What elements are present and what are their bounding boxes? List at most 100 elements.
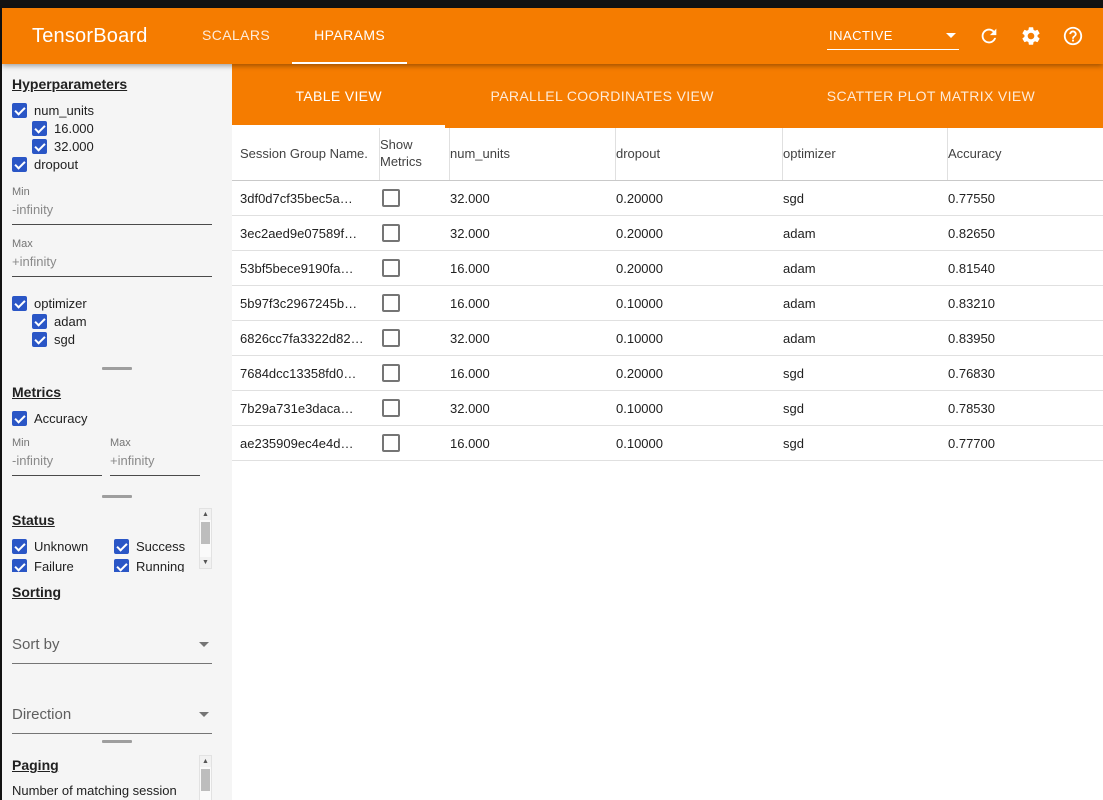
col-dropout[interactable]: dropout <box>616 128 783 180</box>
sort-by-value: Sort by <box>12 636 60 653</box>
status-unknown[interactable]: Unknown <box>12 537 98 555</box>
show-metrics-checkbox[interactable] <box>382 224 400 242</box>
section-resize-handle[interactable] <box>2 737 232 745</box>
cell-dropout: 0.20000 <box>616 261 783 276</box>
cell-optimizer: sgd <box>783 401 948 416</box>
cell-session-name: 53bf5bece9190fa… <box>240 261 380 276</box>
hyperparameters-heading: Hyperparameters <box>12 76 222 92</box>
tab-scalars[interactable]: SCALARS <box>180 8 292 64</box>
optimizer-checkbox[interactable] <box>12 296 27 311</box>
sort-by-select[interactable]: Sort by <box>12 630 212 664</box>
section-status: Status Unknown Success Failure <box>2 500 232 572</box>
value-16-checkbox[interactable] <box>32 121 47 136</box>
main-nav-tabs: SCALARS HPARAMS <box>180 8 407 64</box>
paging-scrollbar[interactable]: ▲ <box>199 755 212 800</box>
accuracy-checkbox[interactable] <box>12 411 27 426</box>
show-metrics-checkbox[interactable] <box>382 294 400 312</box>
cell-accuracy: 0.83210 <box>948 296 1103 311</box>
failure-checkbox[interactable] <box>12 559 27 573</box>
status-success[interactable]: Success <box>114 537 185 555</box>
cell-show-metrics <box>380 397 450 420</box>
session-groups-table: Session Group Name. Show Metrics num_uni… <box>232 128 1103 800</box>
scroll-track[interactable] <box>200 767 211 800</box>
accuracy-max-input[interactable] <box>110 450 200 476</box>
paging-heading: Paging <box>12 757 222 773</box>
tab-parallel-coordinates-view[interactable]: PARALLEL COORDINATES VIEW <box>445 64 759 128</box>
tab-scatter-plot-matrix-view[interactable]: SCATTER PLOT MATRIX VIEW <box>759 64 1103 128</box>
unknown-checkbox[interactable] <box>12 539 27 554</box>
tab-hparams[interactable]: HPARAMS <box>292 8 407 64</box>
hparam-num-units[interactable]: num_units <box>12 101 222 119</box>
help-icon[interactable] <box>1061 24 1085 48</box>
scroll-thumb[interactable] <box>201 769 210 791</box>
metric-accuracy[interactable]: Accuracy <box>12 409 222 427</box>
show-metrics-checkbox[interactable] <box>382 329 400 347</box>
hparam-optimizer[interactable]: optimizer <box>12 294 222 312</box>
col-session-group-name[interactable]: Session Group Name. <box>240 128 380 180</box>
app-title: TensorBoard <box>2 8 180 64</box>
cell-session-name: ae235909ec4e4d… <box>240 436 380 451</box>
cell-dropout: 0.10000 <box>616 436 783 451</box>
cell-dropout: 0.20000 <box>616 366 783 381</box>
show-metrics-checkbox[interactable] <box>382 259 400 277</box>
adam-checkbox[interactable] <box>32 314 47 329</box>
cell-optimizer: adam <box>783 261 948 276</box>
col-show-metrics[interactable]: Show Metrics <box>380 128 450 180</box>
section-sorting: Sorting Sort by Direction <box>2 572 232 737</box>
cell-show-metrics <box>380 327 450 350</box>
status-running[interactable]: Running <box>114 557 184 572</box>
tab-table-view[interactable]: TABLE VIEW <box>232 64 445 128</box>
scroll-thumb[interactable] <box>201 522 210 544</box>
direction-value: Direction <box>12 706 71 723</box>
direction-select[interactable]: Direction <box>12 700 212 734</box>
optimizer-value-adam[interactable]: adam <box>32 312 222 330</box>
content-area: Hyperparameters num_units 16.000 32.000 … <box>2 64 1103 800</box>
hparam-dropout[interactable]: dropout <box>12 155 222 173</box>
sgd-checkbox[interactable] <box>32 332 47 347</box>
dropout-checkbox[interactable] <box>12 157 27 172</box>
metrics-heading: Metrics <box>12 384 222 400</box>
success-checkbox[interactable] <box>114 539 129 554</box>
section-metrics: Metrics Accuracy Min Max <box>2 372 232 492</box>
cell-accuracy: 0.81540 <box>948 261 1103 276</box>
col-num-units[interactable]: num_units <box>450 128 616 180</box>
table-row: 7684dcc13358fd0… 16.000 0.20000 sgd 0.76… <box>232 356 1103 391</box>
value-32-checkbox[interactable] <box>32 139 47 154</box>
accuracy-max-label: Max <box>110 437 200 449</box>
dropout-min-input[interactable] <box>12 199 212 225</box>
cell-optimizer: sgd <box>783 436 948 451</box>
view-tabs: TABLE VIEW PARALLEL COORDINATES VIEW SCA… <box>232 64 1103 128</box>
refresh-icon[interactable] <box>977 24 1001 48</box>
col-optimizer[interactable]: optimizer <box>783 128 948 180</box>
table-row: 5b97f3c2967245b… 16.000 0.10000 adam 0.8… <box>232 286 1103 321</box>
scroll-down-arrow[interactable]: ▼ <box>200 557 211 568</box>
scroll-track[interactable] <box>200 520 211 557</box>
scroll-up-arrow[interactable]: ▲ <box>200 509 211 520</box>
scroll-up-arrow[interactable]: ▲ <box>200 756 211 767</box>
status-failure[interactable]: Failure <box>12 557 98 572</box>
cell-dropout: 0.20000 <box>616 226 783 241</box>
show-metrics-checkbox[interactable] <box>382 189 400 207</box>
accuracy-min-input[interactable] <box>12 450 102 476</box>
sorting-heading: Sorting <box>12 584 222 600</box>
chevron-down-icon <box>946 33 956 38</box>
show-metrics-checkbox[interactable] <box>382 399 400 417</box>
hparams-sidebar: Hyperparameters num_units 16.000 32.000 … <box>2 64 232 800</box>
show-metrics-checkbox[interactable] <box>382 434 400 452</box>
section-resize-handle[interactable] <box>2 364 232 372</box>
gear-icon[interactable] <box>1019 24 1043 48</box>
dropout-max-input[interactable] <box>12 251 212 277</box>
cell-num-units: 32.000 <box>450 331 616 346</box>
reload-status-select[interactable]: INACTIVE <box>827 23 959 50</box>
num-units-value-32[interactable]: 32.000 <box>32 137 222 155</box>
num-units-checkbox[interactable] <box>12 103 27 118</box>
col-accuracy[interactable]: Accuracy <box>948 128 1103 180</box>
optimizer-value-sgd[interactable]: sgd <box>32 330 222 348</box>
status-scrollbar[interactable]: ▲ ▼ <box>199 508 212 569</box>
running-checkbox[interactable] <box>114 559 129 573</box>
section-resize-handle[interactable] <box>2 492 232 500</box>
num-units-value-16[interactable]: 16.000 <box>32 119 222 137</box>
status-heading: Status <box>12 512 222 528</box>
show-metrics-checkbox[interactable] <box>382 364 400 382</box>
cell-show-metrics <box>380 257 450 280</box>
